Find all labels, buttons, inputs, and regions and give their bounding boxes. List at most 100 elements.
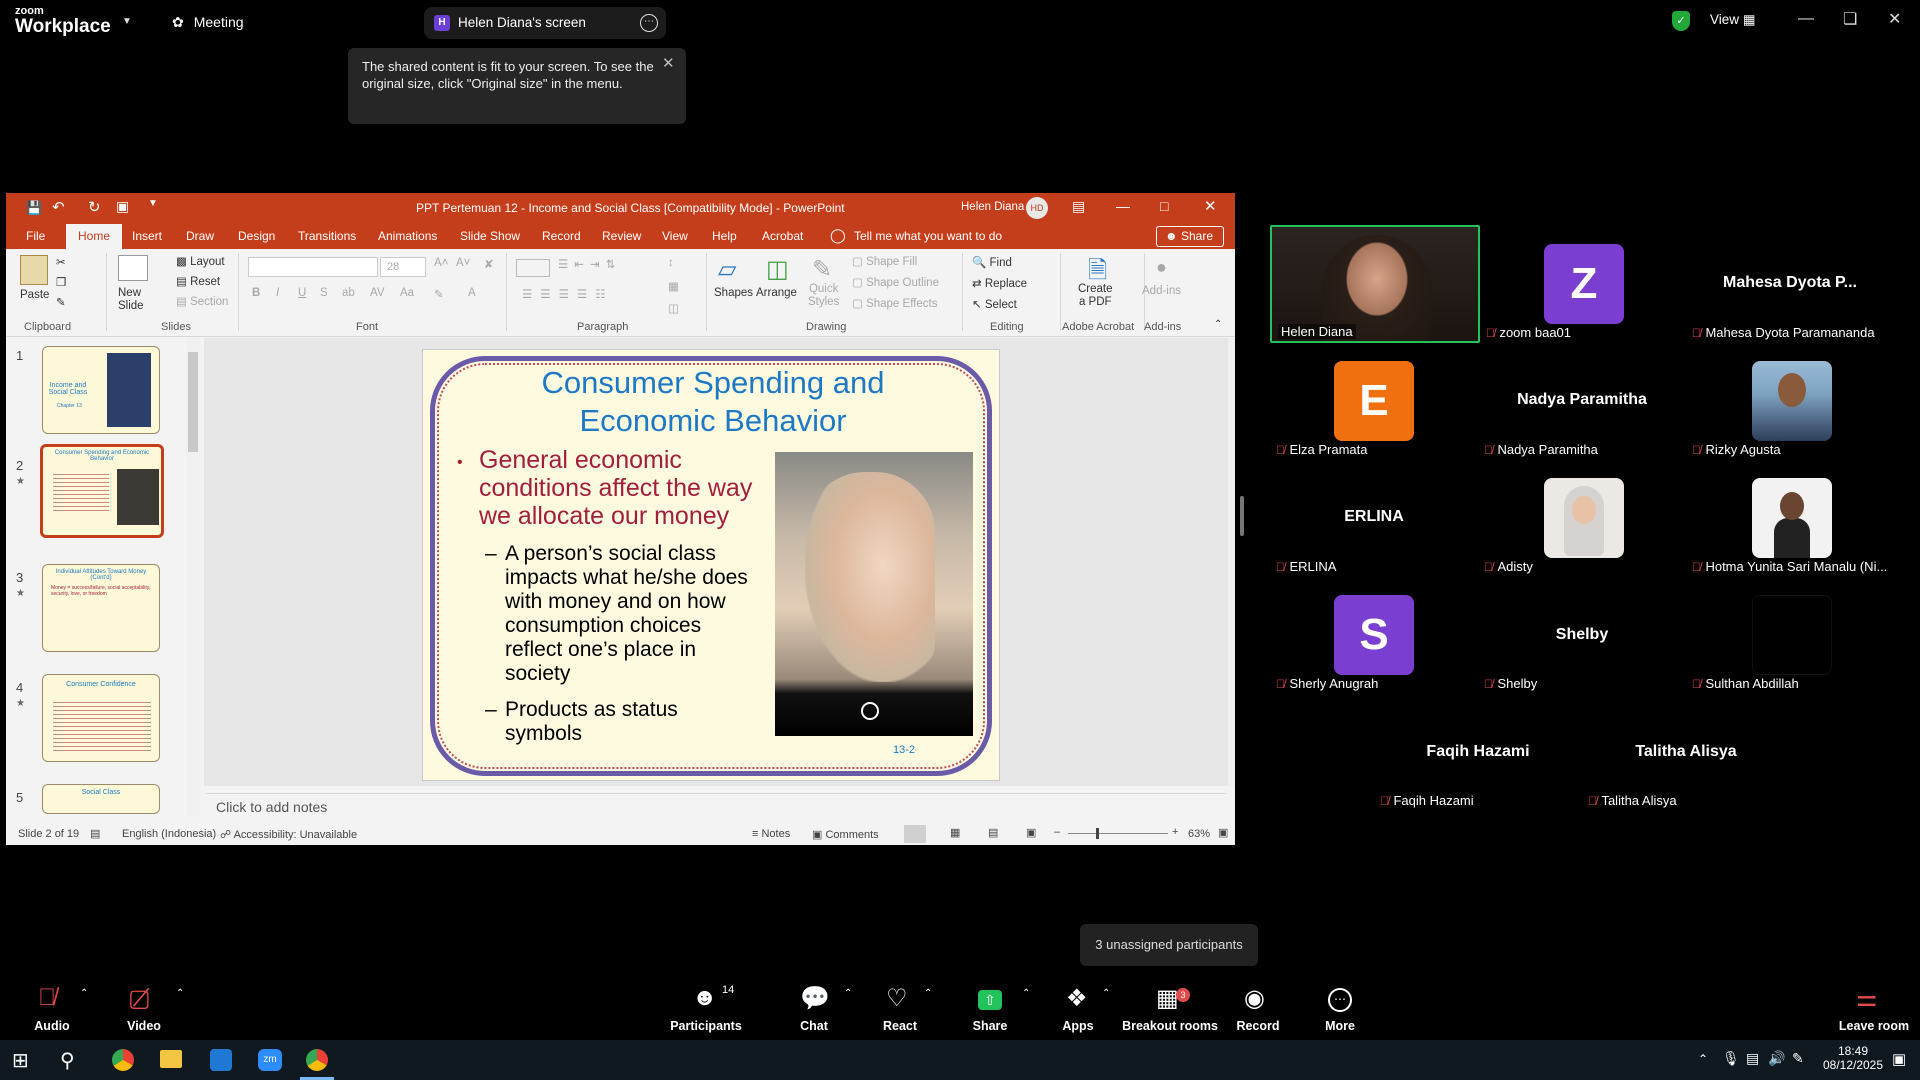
chevron-down-icon[interactable]: ▼ (122, 16, 132, 27)
increase-font-icon[interactable]: A˄ (434, 257, 448, 269)
audio-label[interactable]: Audio (22, 1019, 82, 1033)
notes-button[interactable]: ≡ Notes (752, 828, 790, 840)
create-pdf-label[interactable]: Create a PDF (1078, 283, 1113, 309)
shape-effects-button[interactable]: ▢ Shape Effects (852, 296, 937, 310)
apps-options-chevron-icon[interactable]: ⌃ (1102, 988, 1110, 999)
select-button[interactable]: ↖ Select (972, 297, 1017, 311)
arrange-icon[interactable]: ◫ (766, 255, 789, 284)
ribbon-display-icon[interactable]: ▤ (1072, 198, 1085, 215)
woman-portrait-image[interactable] (775, 452, 973, 736)
record-icon[interactable]: ◉ (1244, 984, 1265, 1013)
save-icon[interactable]: 💾 (26, 200, 42, 216)
copy-icon[interactable]: ❐ (56, 275, 66, 289)
smartart-icon[interactable]: ◫ (668, 301, 679, 315)
file-explorer-icon[interactable] (160, 1050, 182, 1068)
search-icon[interactable]: ⚲ (60, 1048, 75, 1073)
bullets-icon[interactable] (516, 259, 550, 277)
spacing-icon[interactable]: AV (370, 287, 385, 299)
tab-design[interactable]: Design (238, 229, 275, 243)
tab-record[interactable]: Record (542, 229, 581, 243)
windows-start-icon[interactable]: ⊞ (12, 1048, 29, 1073)
tab-review[interactable]: Review (602, 229, 641, 243)
notification-icon[interactable]: ▣ (1892, 1050, 1906, 1068)
slide-subbullet-2[interactable]: Products as status symbols (505, 698, 678, 746)
collapse-ribbon-icon[interactable]: ⌃ (1214, 319, 1222, 330)
ppt-close-icon[interactable]: ✕ (1204, 197, 1217, 215)
slide-subbullet-1[interactable]: A person’s social class impacts what he/… (505, 542, 748, 686)
shapes-icon[interactable]: ▱ (718, 255, 736, 284)
zoom-in-icon[interactable]: + (1172, 826, 1178, 838)
undo-icon[interactable]: ↶ (52, 198, 65, 216)
share-options-chevron-icon[interactable]: ⌃ (1022, 988, 1030, 999)
tab-insert[interactable]: Insert (132, 229, 162, 243)
leave-room-label[interactable]: Leave room (1834, 1019, 1914, 1033)
comments-button[interactable]: ▣ Comments (812, 828, 879, 841)
close-icon[interactable]: ✕ (1888, 9, 1901, 29)
ppt-minimize-icon[interactable]: — (1116, 198, 1130, 214)
zoom-level[interactable]: 63% (1188, 828, 1210, 840)
replace-button[interactable]: ⇄ Replace (972, 276, 1027, 290)
tab-transitions[interactable]: Transitions (298, 229, 356, 243)
view-button[interactable]: View ▦ (1710, 12, 1756, 28)
new-slide-icon[interactable] (118, 255, 148, 281)
spellcheck-icon[interactable]: ▤ (90, 827, 100, 840)
microphone-tray-icon[interactable]: 🎙 (1722, 1050, 1740, 1067)
react-icon[interactable]: ♡ (886, 984, 908, 1013)
quick-styles-label[interactable]: Quick Styles (808, 283, 839, 309)
font-name-box[interactable] (248, 257, 378, 277)
text-direction-icon[interactable]: ↕ (668, 257, 674, 269)
language-status[interactable]: English (Indonesia) (122, 828, 216, 840)
tooltip-close-icon[interactable]: ✕ (662, 54, 675, 72)
chrome-active-icon[interactable] (306, 1049, 328, 1071)
quick-styles-icon[interactable]: ✎ (812, 255, 832, 284)
video-label[interactable]: Video (114, 1019, 174, 1033)
more-label[interactable]: More (1312, 1019, 1368, 1033)
addins-label[interactable]: Add-ins (1142, 285, 1181, 297)
video-off-icon[interactable]: ▢̸ (128, 984, 151, 1013)
record-label[interactable]: Record (1228, 1019, 1288, 1033)
tab-view[interactable]: View (662, 229, 688, 243)
redo-icon[interactable]: ↻ (88, 198, 101, 216)
apps-label[interactable]: Apps (1052, 1019, 1104, 1033)
reading-view-icon[interactable]: ▤ (988, 826, 998, 839)
tab-acrobat[interactable]: Acrobat (762, 229, 803, 243)
paste-label[interactable]: Paste (20, 289, 49, 301)
react-options-chevron-icon[interactable]: ⌃ (924, 988, 932, 999)
italic-icon[interactable]: I (276, 287, 279, 299)
section-button[interactable]: ▤ Section (176, 294, 228, 308)
ppt-user-avatar[interactable]: HD (1026, 197, 1048, 219)
slide-title[interactable]: Consumer Spending and Economic Behavior (443, 364, 983, 440)
tab-slide-show[interactable]: Slide Show (460, 229, 520, 243)
share-label[interactable]: Share (962, 1019, 1018, 1033)
restore-icon[interactable]: ❏ (1843, 9, 1857, 29)
highlight-icon[interactable]: ✎ (434, 287, 444, 301)
present-icon[interactable]: ▣ (116, 198, 129, 215)
tab-help[interactable]: Help (712, 229, 737, 243)
shape-outline-button[interactable]: ▢ Shape Outline (852, 275, 939, 289)
paragraph-row1-icons[interactable]: ☰⇤⇥⇅ (558, 257, 621, 271)
shadow-icon[interactable]: ab (342, 287, 355, 299)
participants-label[interactable]: Participants (666, 1019, 746, 1033)
video-options-chevron-icon[interactable]: ⌃ (176, 988, 184, 999)
find-button[interactable]: 🔍 Find (972, 255, 1012, 269)
zoom-slider-thumb[interactable] (1096, 828, 1099, 839)
zoom-workplace-logo[interactable]: zoom Workplace (15, 6, 111, 37)
slide-thumbnail[interactable]: Income and Social Class Chapter 13 (42, 346, 160, 434)
show-hidden-icons-chevron-icon[interactable]: ⌃ (1698, 1052, 1708, 1066)
normal-view-icon[interactable] (904, 825, 926, 843)
azure-data-studio-icon[interactable] (210, 1049, 232, 1071)
format-painter-icon[interactable]: ✎ (56, 295, 66, 309)
slide-sorter-icon[interactable]: ▦ (950, 826, 960, 839)
mic-muted-icon[interactable]: 🎙̸ (38, 984, 56, 1012)
meeting-menu[interactable]: ✿ Meeting (172, 14, 244, 31)
tab-file[interactable]: File (26, 229, 45, 243)
clear-format-icon[interactable]: ✘ (484, 257, 494, 271)
font-size-box[interactable]: 28 (380, 257, 426, 277)
split-resize-handle[interactable] (1240, 496, 1244, 536)
layout-button[interactable]: ▩ Layout (176, 254, 225, 268)
volume-icon[interactable]: 🔊 (1768, 1050, 1785, 1067)
network-icon[interactable]: ▤ (1746, 1050, 1759, 1067)
cut-icon[interactable]: ✂ (56, 255, 66, 269)
paste-icon[interactable] (20, 255, 48, 285)
clock[interactable]: 18:49 08/12/2025 (1818, 1044, 1888, 1072)
